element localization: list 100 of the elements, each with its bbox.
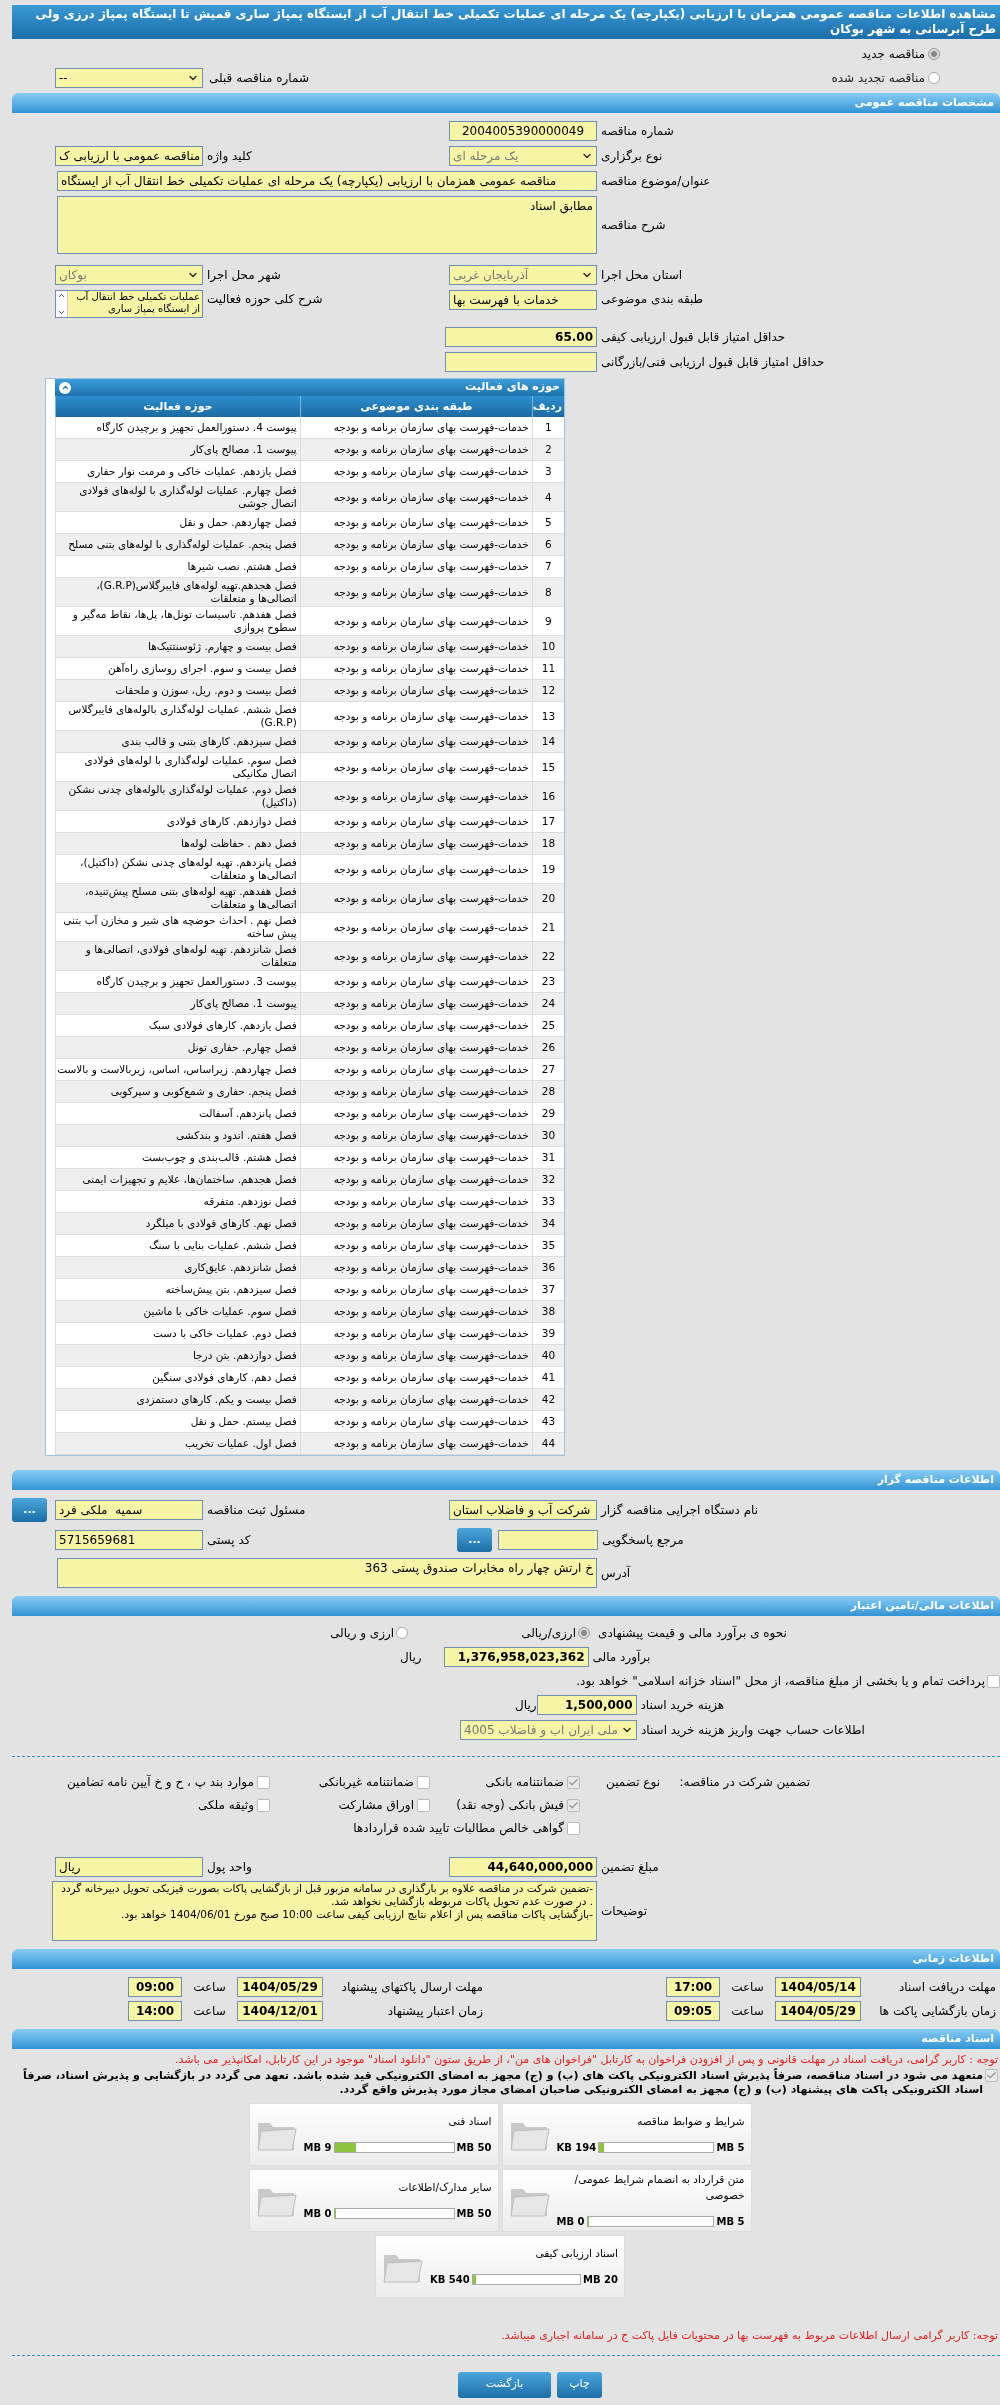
table-cell: فصل پانزدهم. تهیه لوله‌های چدنی نشکن (داکتیل)، اتصالی‌ها و متعلقات <box>55 854 301 884</box>
table-cell: فصل بیستم. حمل و نقل <box>55 1410 301 1433</box>
text-field[interactable]: 65.00 <box>445 327 597 347</box>
text-field[interactable]: 14:00 <box>128 2001 182 2021</box>
table-cell: فصل هفدهم. تاسیسات تونل‌ها، پل‌ها، نقاط مه‌گیر و سطوح پروازی <box>55 606 301 636</box>
table-cell: 9 <box>532 606 564 636</box>
used-size: 194 KB <box>556 2140 597 2155</box>
table-cell: خدمات-فهرست بهای سازمان برنامه و بودجه <box>300 1168 533 1191</box>
text-field[interactable]: 5715659681 <box>55 1530 203 1550</box>
text-field[interactable]: 2004005390000049 <box>449 121 597 141</box>
field-label: واحد پول <box>207 1859 253 1876</box>
table-cell: خدمات-فهرست بهای سازمان برنامه و بودجه <box>300 1256 533 1279</box>
table-cell: خدمات-فهرست بهای سازمان برنامه و بودجه <box>300 460 533 483</box>
checkbox[interactable] <box>567 1775 580 1789</box>
field-label: نوع برگزاری <box>601 148 663 165</box>
table-cell: 19 <box>532 854 564 884</box>
text-field[interactable]: مناقصه عمومی با ارزیابی ک <box>55 146 203 166</box>
table-cell: خدمات-فهرست بهای سازمان برنامه و بودجه <box>300 992 533 1015</box>
dropdown[interactable]: ملی ایران اب و فاضلاب 4005 <box>460 1720 637 1740</box>
section-header: اطلاعات مناقصه گزار <box>12 1470 1000 1490</box>
text-field[interactable]: 1,376,958,023,362 <box>443 1647 589 1667</box>
table-cell: فصل بیست و چهارم. ژئوسنتتیک‌ها <box>55 635 301 658</box>
table-cell: 28 <box>532 1080 564 1103</box>
dropdown[interactable]: بوکان <box>55 265 203 285</box>
table-cell: 7 <box>532 555 564 578</box>
table-cell: خدمات-فهرست بهای سازمان برنامه و بودجه <box>300 482 533 512</box>
table-cell: 26 <box>532 1036 564 1059</box>
table-cell: فصل ششم. عملیات لوله‌گذاری بالوله‌های فایبرگلاس (G.R.P) <box>55 701 301 731</box>
table-cell: 44 <box>532 1432 564 1455</box>
field-label: شرح مناقصه <box>601 217 666 234</box>
radio-button[interactable] <box>578 1627 590 1639</box>
table-cell: 6 <box>532 533 564 556</box>
text-field[interactable] <box>445 352 597 372</box>
checkbox[interactable] <box>417 1775 430 1789</box>
dropdown[interactable]: آذربایجان غربی <box>449 265 597 285</box>
notice-text: توجه: کاربر گرامی ارسال اطلاعات مربوط به فهرست بها در محتویات فایل پاکت ج در سامانه اجباری میباشد. <box>500 2328 999 2344</box>
table-cell: خدمات-فهرست بهای سازمان برنامه و بودجه <box>300 1036 533 1059</box>
text-field[interactable]: 09:05 <box>666 2001 720 2021</box>
table-cell: فصل شانزدهم. عایق‌کاری <box>55 1256 301 1279</box>
radio-button[interactable] <box>928 48 940 60</box>
checkbox[interactable] <box>987 1674 1000 1688</box>
scroll-up-icon[interactable] <box>57 291 66 300</box>
table-cell: 13 <box>532 701 564 731</box>
radio-button[interactable] <box>928 72 940 84</box>
table-cell: فصل دوم. عملیات لوله‌گذاری بالوله‌های چدنی نشکن (داکتیل) <box>55 781 301 811</box>
browse-button[interactable]: ... <box>457 1528 492 1552</box>
table-cell: فصل پنجم. عملیات لوله‌گذاری با لوله‌های بتنی مسلح <box>55 533 301 556</box>
table-cell: 10 <box>532 635 564 658</box>
text-area[interactable]: خ ارتش چهار راه مخابرات صندوق پستی 363 <box>57 1558 597 1588</box>
checkbox[interactable] <box>257 1798 270 1812</box>
text-field[interactable]: 1404/05/14 <box>775 1977 861 1997</box>
table-cell: خدمات-فهرست بهای سازمان برنامه و بودجه <box>300 1300 533 1323</box>
field-label: کد پستی <box>207 1532 252 1549</box>
checkbox[interactable] <box>567 1798 580 1812</box>
text-field[interactable]: 1404/12/01 <box>237 2001 323 2021</box>
print-button[interactable]: چاپ <box>557 2371 602 2398</box>
scroll-down-icon[interactable] <box>57 308 66 317</box>
text-area[interactable]: مطابق اسناد <box>57 196 597 254</box>
field-label: شهر محل اجرا <box>207 267 282 284</box>
table-cell: خدمات-فهرست بهای سازمان برنامه و بودجه <box>300 912 533 942</box>
table-cell: 34 <box>532 1212 564 1235</box>
checkbox[interactable] <box>417 1798 430 1812</box>
size-limit: 20 MB <box>583 2272 618 2287</box>
table-cell: خدمات-فهرست بهای سازمان برنامه و بودجه <box>300 511 533 534</box>
text-field[interactable]: 1404/05/29 <box>237 1977 323 1997</box>
text-field[interactable] <box>498 1530 598 1550</box>
text-field[interactable]: 1,500,000 <box>536 1695 637 1715</box>
table-cell: 36 <box>532 1256 564 1279</box>
text-field[interactable]: 17:00 <box>666 1977 720 1997</box>
radio-button[interactable] <box>396 1627 409 1639</box>
back-button[interactable]: بازگشت <box>458 2371 551 2398</box>
table-cell: 3 <box>532 460 564 483</box>
checkbox[interactable] <box>985 2069 998 2082</box>
field-label: مهلت ارسال پاکتهای پیشنهاد <box>340 1979 483 1996</box>
checkbox[interactable] <box>567 1821 580 1835</box>
size-limit: 50 MB <box>456 2140 492 2155</box>
text-field[interactable]: سمیه ملکی فرد <box>55 1500 203 1520</box>
table-cell: فصل بیست و یکم. کارهای دستمزدی <box>55 1388 301 1411</box>
section-header: اطلاعات زمانی <box>12 1949 1000 1969</box>
text-field[interactable]: مناقصه عمومی همزمان با ارزیابی (یکپارچه) یک مرحله ای عملیات تکمیلی خط انتقال آب از ایستگاه <box>57 171 597 191</box>
table-cell: فصل پانزدهم. آسفالت <box>55 1102 301 1125</box>
table-cell: فصل اول. عملیات تخریب <box>55 1432 301 1455</box>
text-field[interactable]: شرکت آب و فاضلاب استان <box>449 1500 597 1520</box>
text-field[interactable]: 1404/05/29 <box>775 2001 861 2021</box>
text-field[interactable]: 09:00 <box>128 1977 182 1997</box>
dropdown[interactable]: یک مرحله ای <box>449 146 597 166</box>
text-field[interactable]: ریال <box>55 1857 203 1877</box>
text-area[interactable] <box>52 1881 597 1941</box>
text-area[interactable]: عملیات تکمیلی خط انتقال آب از ایستگاه پمپاژ ساری <box>55 290 203 318</box>
collapse-icon[interactable] <box>59 381 71 394</box>
dropdown[interactable]: -- <box>55 68 203 88</box>
table-cell: 31 <box>532 1146 564 1169</box>
table-cell: 23 <box>532 970 564 993</box>
table-cell: فصل سوم. عملیات خاکی با ماشین <box>55 1300 301 1323</box>
checkbox[interactable] <box>257 1775 270 1789</box>
table-cell: خدمات-فهرست بهای سازمان برنامه و بودجه <box>300 1102 533 1125</box>
text-field[interactable]: خدمات با فهرست بها <box>449 290 597 310</box>
text-field[interactable]: 44,640,000,000 <box>449 1857 597 1877</box>
browse-button[interactable]: ... <box>12 1498 47 1522</box>
field-label: مهلت دریافت اسناد <box>898 1979 996 1996</box>
